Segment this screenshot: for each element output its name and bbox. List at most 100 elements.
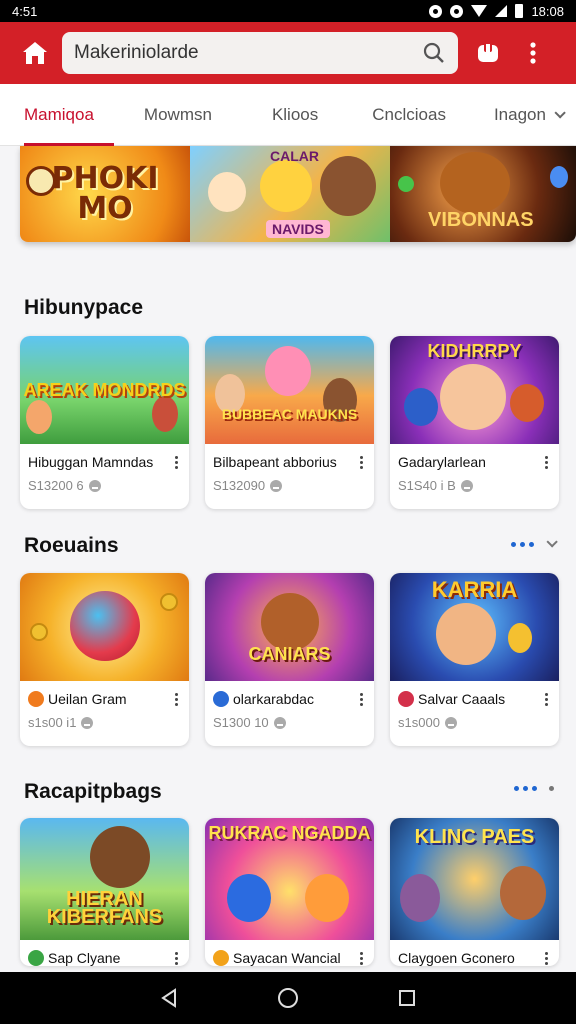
square-recents-icon [398,990,415,1006]
game-card[interactable]: AREAK MONDRDS Hibuggan Mamndas S13200 6 [20,336,189,509]
banner-logo-text: PHOKI MO [51,161,159,226]
back-button[interactable] [149,978,189,1018]
thumbnail-art-text: CANIARS [248,644,331,664]
game-title: Gadarylarlean [398,454,486,470]
recents-button[interactable] [387,978,427,1018]
chevron-down-icon[interactable] [546,536,558,548]
overflow-menu-button[interactable] [522,35,544,71]
battery-icon [515,4,524,18]
section-title: Racapitpbags [24,780,162,803]
section-title: Roeuains [24,534,119,557]
more-vert-icon[interactable] [356,951,366,965]
status-clock: 18:08 [531,3,564,19]
tab-label: Mamiqoa [24,104,94,124]
thumbnail-art-text: RUKRAC NGADDA [208,823,371,843]
verified-icon [273,716,286,729]
banner-label-top: CALAR [270,148,319,164]
verified-icon [460,479,473,492]
home-nav-button[interactable] [268,978,308,1018]
chevron-down-icon [554,106,566,119]
game-meta: S1S40 i B [398,478,456,493]
verified-icon [444,716,457,729]
game-card[interactable]: KIDHRRPY Gadarylarlean S1S40 i B [390,336,559,509]
section-title: Hibunypace [24,296,144,319]
thumbnail-art-text: HIERAN KIBERFANS [46,888,163,928]
search-bar[interactable]: Makeriniolarde [62,32,458,74]
game-card[interactable]: Ueilan Gram s1s00 i1 [20,573,189,746]
game-meta: S1300 10 [213,715,269,730]
section-actions [514,786,554,791]
dot-icon [549,786,554,791]
tab-cnclcioas[interactable]: Cnclcioas [362,84,456,146]
game-icon [28,950,44,966]
more-vert-icon[interactable] [356,455,366,469]
search-icon[interactable] [422,41,446,65]
more-horiz-icon[interactable] [514,786,537,791]
game-icon [398,691,414,707]
status-time: 4:51 [12,3,38,19]
banner-item[interactable]: VIBONNAS [390,146,576,242]
game-title: Sayacan Wancial [233,950,341,966]
tab-label: Klioos [271,104,319,124]
game-meta: s1s00 i1 [28,715,77,730]
thumbnail-art-text: KARRIA [431,577,518,602]
game-card[interactable]: KARRIA Salvar Caaals s1s000 [390,573,559,746]
more-vert-icon[interactable] [171,455,181,469]
status-icons: 18:08 [429,4,564,19]
game-meta: S13200 6 [28,478,84,493]
wifi-icon [471,5,488,17]
thumbnail-art-text: BUBBEAC MAUKNS [221,406,358,422]
thumbnail-art-text: AREAK MONDRDS [23,380,186,400]
game-thumbnail: KLINC PAES [390,818,559,940]
banner-item[interactable]: CALAR NAVIDS [190,146,390,242]
game-title: Ueilan Gram [48,691,127,707]
game-card[interactable]: BUBBEAC MAUKNS Bilbapeant abborius S1320… [205,336,374,509]
tab-mowmsn[interactable]: Mowmsn [134,84,222,146]
game-title: Claygoen Gconero [398,950,515,966]
circle-home-icon [277,988,298,1008]
game-card[interactable]: CANIARS olarkarabdac S1300 10 [205,573,374,746]
tab-klioos[interactable]: Klioos [262,84,328,146]
thumbnail-art-text: KLINC PAES [414,826,535,848]
game-title: Sap Clyane [48,950,121,966]
character-art [260,160,312,212]
tab-inagon[interactable]: Inagon [484,84,572,146]
library-button[interactable] [470,35,506,71]
library-icon [478,42,498,62]
featured-banner[interactable]: PHOKI MO CALAR NAVIDS VIBONNAS [20,146,576,242]
game-card[interactable]: KLINC PAES Claygoen Gconero [390,818,559,966]
system-nav-bar [0,972,576,1024]
game-card[interactable]: HIERAN KIBERFANS Sap Clyane [20,818,189,966]
more-vert-icon[interactable] [171,692,181,706]
game-card[interactable]: RUKRAC NGADDA Sayacan Wancial [205,818,374,966]
game-thumbnail: KIDHRRPY [390,336,559,444]
gem-icon [550,166,568,188]
tab-mamiqoa[interactable]: Mamiqoa [14,84,114,146]
bear-character-art [440,152,510,214]
game-title: Bilbapeant abborius [213,454,337,470]
banner-item[interactable]: PHOKI MO [20,146,190,242]
verified-icon [88,479,101,492]
tab-label: Mowmsn [143,104,212,124]
alarm-icon [450,4,464,18]
game-title: Salvar Caaals [418,691,506,707]
more-horiz-icon[interactable] [511,541,534,547]
more-vert-icon[interactable] [171,951,181,965]
home-button[interactable] [14,32,56,74]
banner-logo-text: VIBONNAS [428,209,534,231]
more-vert-icon[interactable] [541,455,551,469]
tab-label: Inagon [493,104,546,124]
section-row: Ueilan Gram s1s00 i1 CANIARS olarkarabda… [20,573,559,746]
gem-icon [398,176,414,192]
verified-icon [81,716,94,729]
banner-label-bottom: NAVIDS [266,220,330,238]
game-thumbnail: HIERAN KIBERFANS [20,818,189,940]
search-input[interactable]: Makeriniolarde [74,42,422,64]
more-vert-icon[interactable] [541,951,551,965]
game-icon [213,691,229,707]
bear-character-art [320,156,376,216]
more-vert-icon[interactable] [356,692,366,706]
back-icon [161,988,177,1008]
status-bar: 4:51 18:08 [0,0,576,22]
more-vert-icon[interactable] [541,692,551,706]
